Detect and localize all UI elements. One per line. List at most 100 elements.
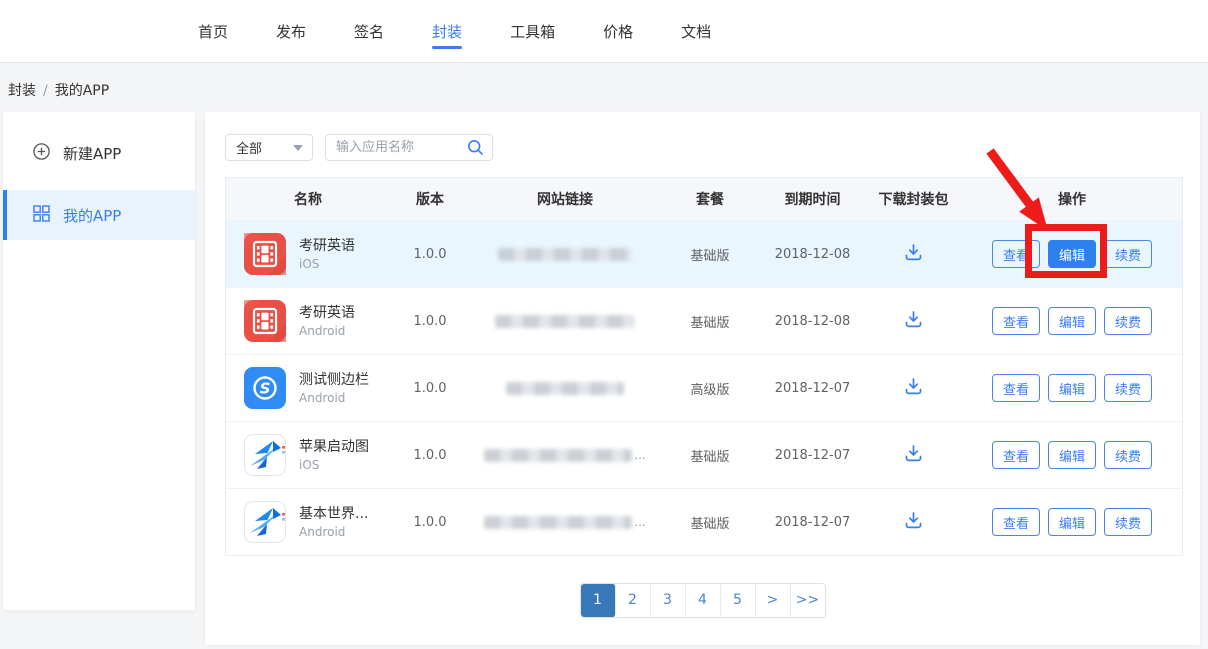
action-button-renew[interactable]: 续费 xyxy=(1104,307,1152,335)
page-button-4[interactable]: 4 xyxy=(686,584,721,617)
sidebar-item-label: 新建APP xyxy=(63,143,121,164)
table-row: 考研英语Android1.0.0基础版2018-12-08查看编辑续费 xyxy=(226,287,1182,354)
search-box xyxy=(325,134,493,161)
sidebar-item-my-app[interactable]: 我的APP xyxy=(3,190,195,240)
table-row: S 测试侧边栏Android 1.0.0 高级版2018-12-07 查看编辑续费 xyxy=(226,354,1182,421)
action-button-view[interactable]: 查看 xyxy=(992,374,1040,402)
app-name-block: 基本世界...Android xyxy=(299,505,368,540)
download-icon[interactable] xyxy=(903,443,924,464)
action-button-view[interactable]: 查看 xyxy=(992,508,1040,536)
app-title: 基本世界... xyxy=(299,505,368,524)
download-icon[interactable] xyxy=(903,510,924,531)
download-cell xyxy=(865,376,962,401)
blurred-url-strip xyxy=(484,516,632,529)
top-navbar: 首页 发布 签名 封装 工具箱 价格 文档 xyxy=(0,0,1208,63)
app-version: 1.0.0 xyxy=(390,247,470,262)
blurred-url-strip xyxy=(498,248,632,261)
app-plan: 基础版 xyxy=(660,245,760,264)
nav-tab[interactable]: 价格 xyxy=(603,21,633,42)
app-expire-date: 2018-12-07 xyxy=(760,381,865,396)
app-expire-date: 2018-12-07 xyxy=(760,515,865,530)
nav-tab[interactable]: 工具箱 xyxy=(510,21,555,42)
blurred-url-strip xyxy=(484,449,632,462)
actions-cell: 查看编辑续费 xyxy=(962,374,1182,402)
pagination-group: 12345>>> xyxy=(580,583,826,618)
app-name-block: 测试侧边栏Android xyxy=(299,371,369,406)
sidebar-item-new-app[interactable]: 新建APP xyxy=(3,130,195,176)
download-icon[interactable] xyxy=(903,242,924,263)
app-name-block: 苹果启动图iOS xyxy=(299,438,369,473)
category-select[interactable]: 全部 xyxy=(225,134,313,161)
download-icon[interactable] xyxy=(903,376,924,397)
action-button-renew[interactable]: 续费 xyxy=(1104,441,1152,469)
action-button-edit[interactable]: 编辑 xyxy=(1048,508,1096,536)
app-name-block: 考研英语iOS xyxy=(299,237,355,272)
plus-circle-icon xyxy=(33,143,50,164)
nav-tab[interactable]: 发布 xyxy=(276,21,306,42)
breadcrumb-item[interactable]: 封装 xyxy=(8,83,36,99)
app-icon-bird xyxy=(244,434,286,476)
action-button-renew[interactable]: 续费 xyxy=(1104,508,1152,536)
url-ellipsis: ... xyxy=(634,448,645,462)
search-icon[interactable] xyxy=(467,139,492,156)
apps-table: 名称版本网站链接套餐到期时间下载封装包操作 考研英语iOS1.0.0基础版201… xyxy=(225,177,1183,556)
actions-cell: 查看编辑续费 xyxy=(962,240,1182,268)
action-button-edit[interactable]: 编辑 xyxy=(1048,240,1096,268)
next-page-button[interactable]: > xyxy=(756,584,791,617)
app-url-redacted xyxy=(470,314,660,329)
download-icon[interactable] xyxy=(903,309,924,330)
blurred-url-strip xyxy=(506,382,624,395)
search-input[interactable] xyxy=(326,140,467,155)
download-cell xyxy=(865,510,962,535)
action-button-view[interactable]: 查看 xyxy=(992,240,1040,268)
app-icon-film xyxy=(244,233,286,275)
app-name-cell: 考研英语iOS xyxy=(226,233,390,275)
action-button-edit[interactable]: 编辑 xyxy=(1048,307,1096,335)
app-plan: 高级版 xyxy=(660,379,760,398)
column-header: 网站链接 xyxy=(470,189,660,209)
app-title: 测试侧边栏 xyxy=(299,371,369,390)
action-button-view[interactable]: 查看 xyxy=(992,307,1040,335)
action-button-edit[interactable]: 编辑 xyxy=(1048,374,1096,402)
nav-tab[interactable]: 首页 xyxy=(198,21,228,42)
page-button-3[interactable]: 3 xyxy=(651,584,686,617)
app-name-cell: 基本世界...Android xyxy=(226,501,390,543)
action-button-renew[interactable]: 续费 xyxy=(1104,240,1152,268)
page-button-1[interactable]: 1 xyxy=(581,584,616,617)
nav-tab[interactable]: 封装 xyxy=(432,21,462,42)
nav-tab[interactable]: 文档 xyxy=(681,21,711,42)
breadcrumb: 封装/我的APP xyxy=(8,80,109,100)
app-name-cell: 考研英语Android xyxy=(226,300,390,342)
action-button-edit[interactable]: 编辑 xyxy=(1048,441,1096,469)
last-page-button[interactable]: >> xyxy=(791,584,825,617)
action-button-renew[interactable]: 续费 xyxy=(1104,374,1152,402)
app-version: 1.0.0 xyxy=(390,381,470,396)
app-plan: 基础版 xyxy=(660,513,760,532)
svg-text:S: S xyxy=(260,380,271,398)
app-plan: 基础版 xyxy=(660,312,760,331)
column-header: 套餐 xyxy=(660,189,760,209)
download-cell xyxy=(865,443,962,468)
app-name-block: 考研英语Android xyxy=(299,304,355,339)
app-platform: Android xyxy=(299,323,355,339)
grid-icon xyxy=(33,205,50,226)
page-button-2[interactable]: 2 xyxy=(616,584,651,617)
column-header: 操作 xyxy=(962,189,1182,209)
app-plan: 基础版 xyxy=(660,446,760,465)
app-expire-date: 2018-12-08 xyxy=(760,247,865,262)
pagination: 12345>>> xyxy=(205,583,1200,618)
chevron-down-icon xyxy=(293,145,303,151)
app-icon-sogou: S xyxy=(244,367,286,409)
page-button-5[interactable]: 5 xyxy=(721,584,756,617)
download-cell xyxy=(865,309,962,334)
app-version: 1.0.0 xyxy=(390,515,470,530)
action-button-view[interactable]: 查看 xyxy=(992,441,1040,469)
sidebar-item-label: 我的APP xyxy=(63,205,121,226)
app-icon-bird xyxy=(244,501,286,543)
table-body: 考研英语iOS1.0.0基础版2018-12-08查看编辑续费考研英语Andro… xyxy=(226,220,1182,555)
app-name-cell: S 测试侧边栏Android xyxy=(226,367,390,409)
app-url-redacted xyxy=(470,247,660,262)
blurred-url-strip xyxy=(495,315,635,328)
actions-cell: 查看编辑续费 xyxy=(962,508,1182,536)
nav-tab[interactable]: 签名 xyxy=(354,21,384,42)
